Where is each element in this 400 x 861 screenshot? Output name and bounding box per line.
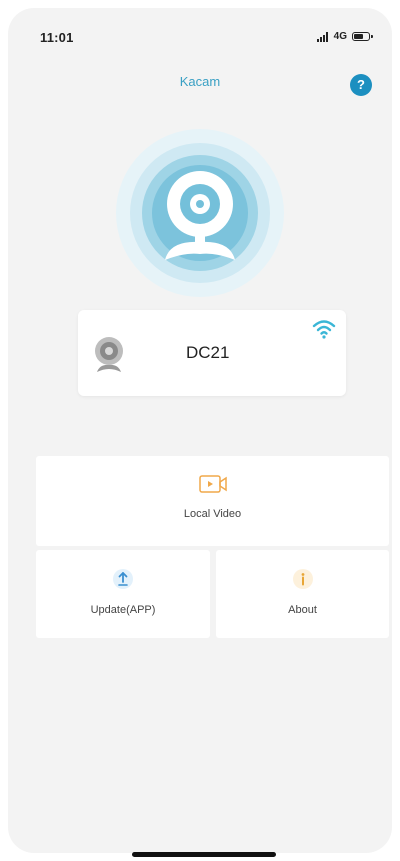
camera-thumbnail-icon (95, 337, 123, 372)
device-name: DC21 (186, 343, 230, 362)
status-time: 11:01 (40, 30, 74, 45)
network-type: 4G (333, 31, 347, 42)
signal-icon (316, 31, 328, 42)
help-button[interactable]: ? (350, 74, 372, 96)
status-indicators: 4G (316, 31, 373, 42)
phone-frame: 11:01 4G Kacam ? DC21 Local Video Update… (0, 0, 400, 861)
device-card[interactable]: DC21 (78, 310, 346, 396)
update-app-button[interactable]: Update(APP) (36, 550, 210, 638)
local-video-button[interactable]: Local Video (36, 456, 389, 546)
webcam-icon[interactable] (115, 128, 285, 298)
wifi-icon (312, 320, 336, 339)
app-screen: 11:01 4G Kacam ? DC21 Local Video Update… (8, 8, 392, 853)
app-title: Kacam (179, 74, 221, 89)
home-indicator[interactable] (132, 852, 276, 857)
about-button[interactable]: About (216, 550, 389, 638)
about-label: About (288, 604, 317, 616)
local-video-label: Local Video (183, 508, 242, 520)
update-icon (113, 569, 133, 589)
battery-icon (352, 32, 373, 41)
video-icon (198, 475, 227, 493)
update-label: Update(APP) (90, 604, 156, 616)
info-icon (292, 569, 313, 589)
